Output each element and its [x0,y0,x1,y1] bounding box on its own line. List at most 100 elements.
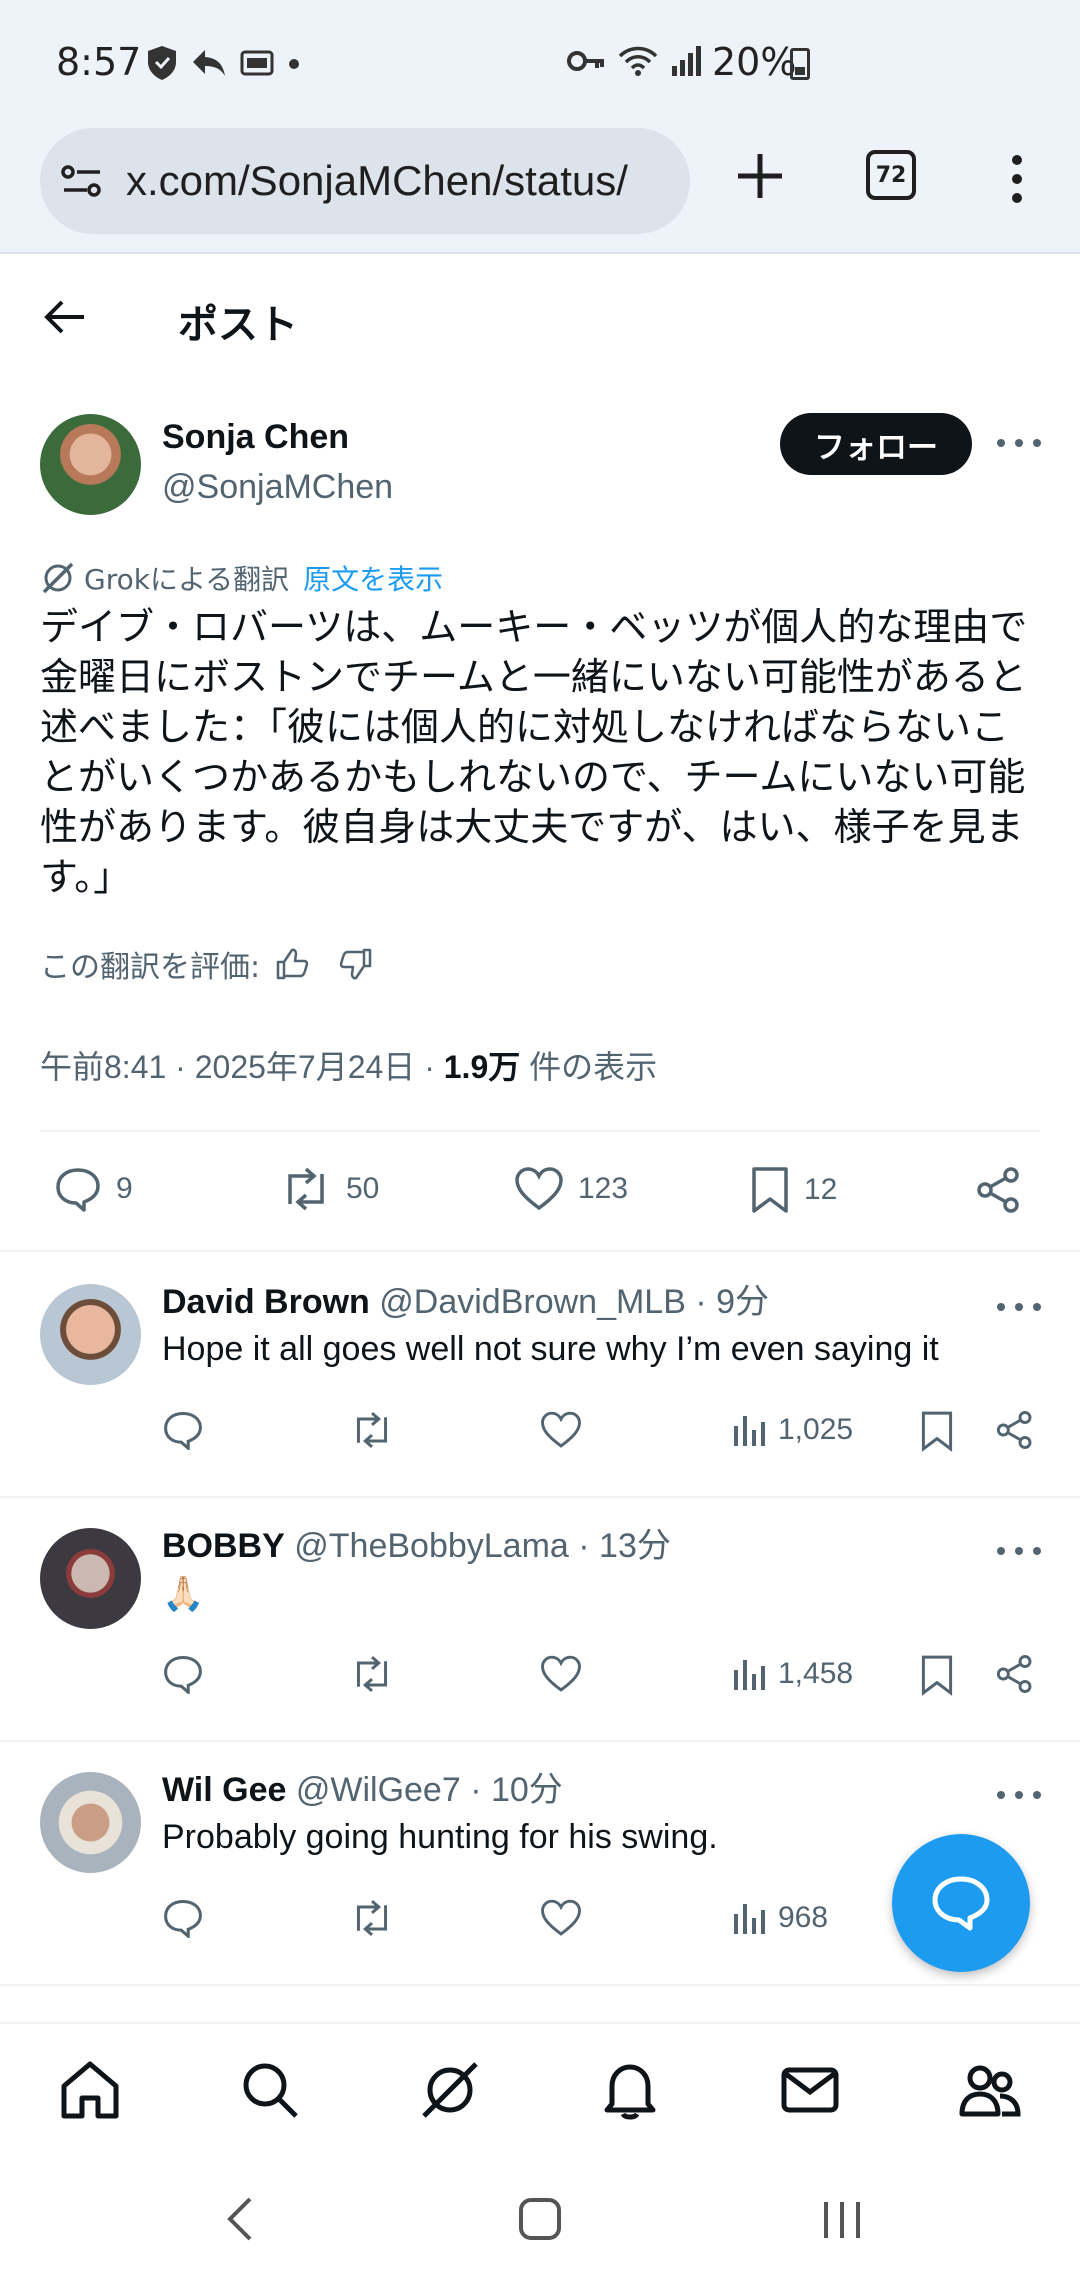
post-text: デイブ・ロバーツは、ムーキー・ベッツが個人的な理由で金曜日にボストンでチームと一… [40,605,1028,899]
repost-icon[interactable] [350,1898,394,1938]
thumbs-up-icon[interactable] [274,946,310,982]
browser-toolbar: x.com/SonjaMChen/status/ 72 [0,128,1080,254]
compose-reply-button[interactable] [892,1834,1030,1972]
reply-avatar[interactable] [40,1284,141,1385]
notifications-icon[interactable] [598,2058,662,2122]
status-time: 8:57 [56,40,142,84]
reply-more-icon[interactable] [997,1544,1043,1558]
reply-time: 10分 [490,1771,563,1809]
reply-icon[interactable] [162,1410,204,1450]
repost-icon [288,1167,324,1211]
reply-item[interactable]: BOBBY @TheBobbyLama · 13分 🙏🏻 1,458 [0,1496,1080,1740]
status-bar: 8:57 20% [0,0,1080,128]
bookmark-icon[interactable] [920,1410,954,1452]
reply-text: Probably going hunting for his swing. [162,1818,718,1856]
url-bar[interactable]: x.com/SonjaMChen/status/ [40,128,690,234]
bottom-navigation [0,2022,1080,2158]
new-tab-icon[interactable] [730,146,790,206]
reply-avatar[interactable] [40,1528,141,1629]
battery-icon [790,48,810,80]
follow-button[interactable]: フォロー [780,413,972,475]
divider [0,1984,1080,1986]
browser-menu-icon[interactable] [1002,154,1032,204]
divider [40,1130,1040,1132]
heart-icon[interactable] [540,1654,582,1694]
search-icon[interactable] [238,2058,302,2122]
reply-button[interactable]: 9 [54,1166,133,1212]
reply-text: Hope it all goes well not sure why I’m e… [162,1330,939,1368]
reply-time: 9分 [716,1283,770,1321]
reply-author-name[interactable]: BOBBY [162,1527,285,1565]
dot-icon [289,59,299,69]
bookmark-icon [752,1167,788,1213]
translate-label: Grokによる翻訳 [84,563,290,596]
back-icon[interactable] [220,2194,260,2244]
reply-icon[interactable] [162,1654,204,1694]
back-arrow-icon[interactable] [40,292,90,342]
analytics-icon [734,1660,765,1690]
reply-author-name[interactable]: David Brown [162,1283,370,1321]
reply-item[interactable]: David Brown @DavidBrown_MLB · 9分 Hope it… [0,1252,1080,1496]
home-icon[interactable] [58,2058,122,2122]
reply-icon [193,50,225,76]
reply-more-icon[interactable] [997,1300,1043,1314]
rate-label: この翻訳を評価: [40,950,261,985]
key-icon [567,51,604,71]
messages-icon[interactable] [778,2058,842,2122]
views-count: 1.9万 [443,1049,521,1085]
page-title: ポスト [178,302,298,348]
battery-percent: 20% [712,40,797,84]
heart-icon[interactable] [540,1898,582,1938]
author-avatar[interactable] [40,414,141,515]
reply-more-icon[interactable] [997,1788,1043,1802]
reply-handle[interactable]: @WilGee7 [296,1771,461,1809]
cast-icon [240,50,274,76]
grok-icon[interactable] [418,2058,482,2122]
reply-handle[interactable]: @DavidBrown_MLB [379,1283,686,1321]
reply-icon [56,1168,100,1212]
author-name[interactable]: Sonja Chen [162,418,349,457]
like-button[interactable]: 123 [514,1166,628,1212]
share-icon[interactable] [995,1410,1035,1450]
repost-icon[interactable] [350,1410,394,1450]
rate-translation: この翻訳を評価: [40,942,374,986]
translation-info: Grokによる翻訳 原文を表示 [40,558,443,598]
wifi-icon [618,46,658,76]
views-button[interactable]: 968 [732,1900,828,1936]
post-more-icon[interactable] [997,436,1043,450]
tab-switcher-button[interactable]: 72 [866,150,916,200]
share-icon[interactable] [995,1654,1035,1694]
chat-bubble-icon [932,1876,990,1931]
reply-author-name[interactable]: Wil Gee [162,1771,286,1809]
post-actions: 9 50 123 12 [0,1160,1080,1224]
url-text[interactable]: x.com/SonjaMChen/status/ [126,157,628,205]
author-handle[interactable]: @SonjaMChen [162,468,393,507]
reply-handle[interactable]: @TheBobbyLama [294,1527,569,1565]
bookmark-button[interactable]: 12 [750,1166,837,1214]
views-button[interactable]: 1,458 [732,1656,853,1692]
reply-text: 🙏🏻 [162,1575,205,1613]
thumbs-down-icon[interactable] [338,946,374,982]
reply-icon[interactable] [162,1898,204,1938]
reply-actions: 1,025 [0,1410,1080,1460]
repost-button[interactable]: 50 [280,1166,379,1212]
reply-avatar[interactable] [40,1772,141,1873]
repost-icon[interactable] [350,1654,394,1694]
share-icon[interactable] [975,1166,1023,1214]
page-header: ポスト [0,256,1080,378]
analytics-icon [734,1416,765,1446]
communities-icon[interactable] [958,2058,1022,2122]
shield-icon [148,46,176,80]
home-button-icon[interactable] [516,2194,564,2244]
show-original-link[interactable]: 原文を表示 [303,558,443,598]
analytics-icon [734,1904,765,1934]
bookmark-icon[interactable] [920,1654,954,1696]
post-timestamp: 午前8:41 · 2025年7月24日 · 1.9万 件の表示 [40,1049,658,1085]
system-navigation [0,2158,1080,2280]
site-settings-icon[interactable] [60,161,104,201]
grok-icon [42,562,74,594]
heart-icon[interactable] [540,1410,582,1450]
views-button[interactable]: 1,025 [732,1412,853,1448]
heart-icon [515,1167,563,1211]
recent-apps-icon[interactable] [820,2194,864,2244]
